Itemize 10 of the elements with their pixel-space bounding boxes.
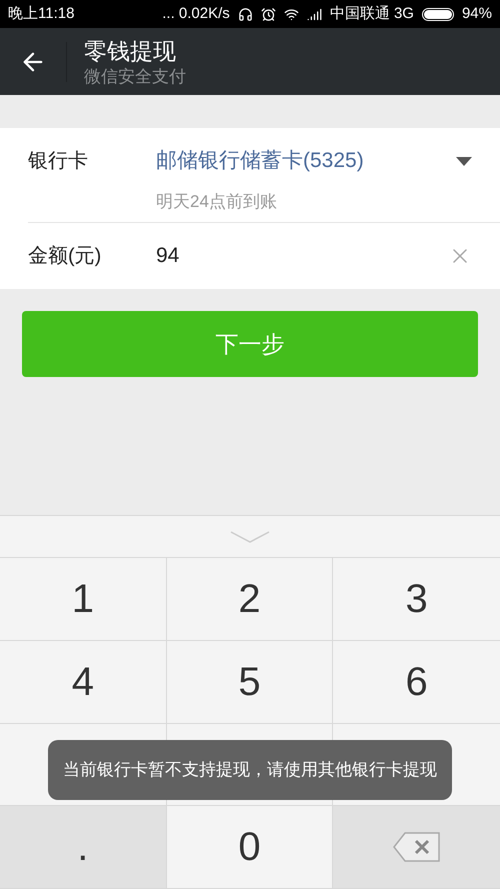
battery-percent: 94%	[462, 4, 492, 24]
message-toast: 当前银行卡暂不支持提现，请使用其他银行卡提现	[48, 740, 452, 800]
carrier-name: 中国联通 3G	[330, 4, 414, 24]
page-subtitle: 微信安全支付	[84, 66, 186, 88]
status-time: 晚上11:18	[8, 4, 74, 24]
network-speed: ... 0.02K/s	[162, 4, 230, 24]
bank-label: 银行卡	[28, 149, 89, 174]
amount-label: 金额(元)	[28, 244, 102, 269]
page-title: 零钱提现	[84, 36, 177, 66]
arrival-hint: 明天24点前到账	[155, 191, 278, 213]
